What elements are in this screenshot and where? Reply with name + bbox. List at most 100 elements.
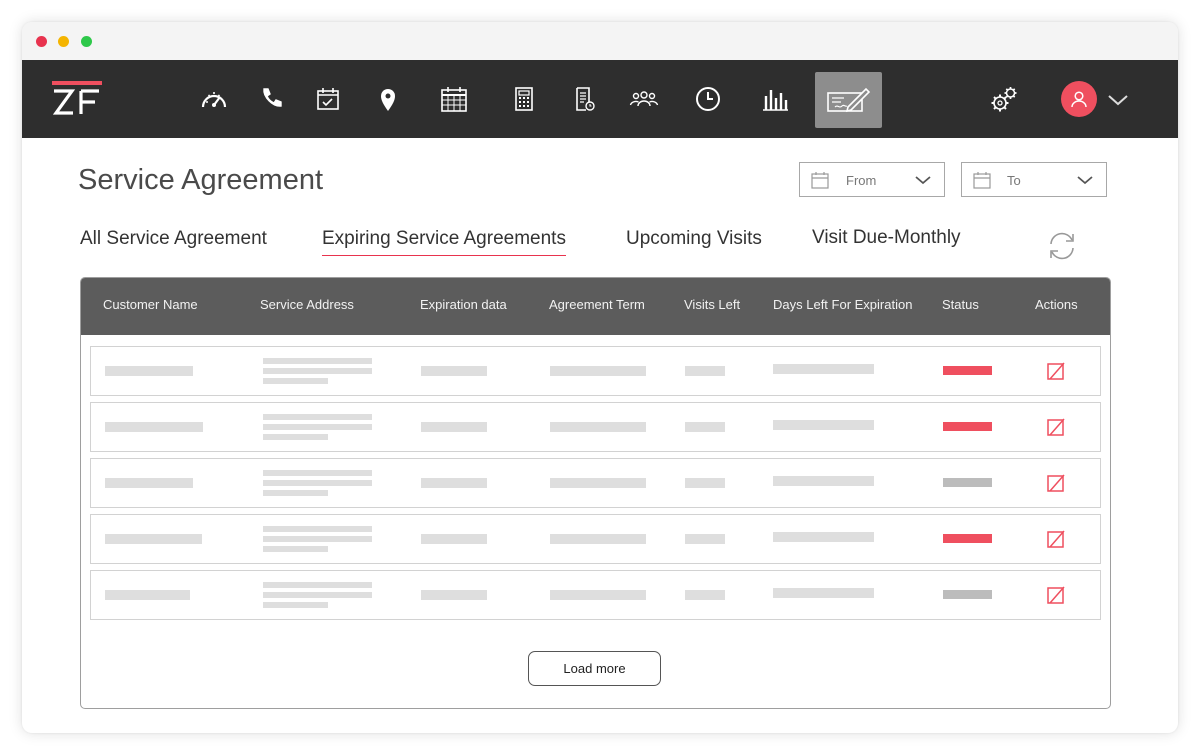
team-icon[interactable] (627, 82, 661, 116)
status-badge (943, 422, 992, 431)
user-avatar[interactable] (1061, 81, 1097, 117)
tab-expiring-service-agreements[interactable]: Expiring Service Agreements (322, 228, 566, 256)
address-line-placeholder (263, 368, 372, 374)
visits-left-placeholder (685, 422, 725, 432)
table-row[interactable] (90, 570, 1101, 620)
column-header-days-left[interactable]: Days Left For Expiration (773, 297, 912, 312)
column-header-service-address[interactable]: Service Address (260, 297, 354, 312)
expiration-placeholder (421, 590, 487, 600)
status-badge (943, 366, 992, 375)
calendar-icon (811, 172, 829, 189)
expiration-placeholder (421, 478, 487, 488)
table-row[interactable] (90, 346, 1101, 396)
expiration-placeholder (421, 422, 487, 432)
customer-name-placeholder (105, 422, 203, 432)
app-logo[interactable] (52, 81, 102, 117)
page-title: Service Agreement (78, 164, 324, 196)
calendar-check-icon[interactable] (311, 82, 345, 116)
expiration-placeholder (421, 366, 487, 376)
address-line-placeholder (263, 480, 372, 486)
calculator-icon[interactable] (507, 82, 541, 116)
column-header-agreement-term[interactable]: Agreement Term (549, 297, 645, 312)
chevron-down-icon (915, 176, 931, 185)
to-date-label: To (1007, 173, 1021, 188)
address-line-placeholder (263, 536, 372, 542)
phone-icon[interactable] (254, 82, 288, 116)
edit-icon[interactable] (1045, 528, 1067, 550)
service-agreement-icon[interactable] (815, 72, 882, 128)
address-line-placeholder (263, 414, 372, 420)
dashboard-gauge-icon[interactable] (197, 82, 231, 116)
invoice-icon[interactable] (567, 82, 601, 116)
edit-icon[interactable] (1045, 416, 1067, 438)
column-header-status[interactable]: Status (942, 297, 979, 312)
calendar-icon (973, 172, 991, 189)
service-agreements-table: Customer Name Service Address Expiration… (80, 277, 1111, 709)
address-line-placeholder (263, 582, 372, 588)
agreement-term-placeholder (550, 534, 646, 544)
expiration-placeholder (421, 534, 487, 544)
user-icon (1071, 91, 1087, 108)
to-date-filter[interactable]: To (961, 162, 1107, 197)
status-badge (943, 478, 992, 487)
column-header-visits-left[interactable]: Visits Left (684, 297, 740, 312)
days-left-placeholder (773, 364, 874, 374)
tab-visit-due-monthly[interactable]: Visit Due-Monthly (812, 227, 961, 249)
agreement-term-placeholder (550, 366, 646, 376)
address-line-placeholder (263, 526, 372, 532)
days-left-placeholder (773, 420, 874, 430)
location-pin-icon[interactable] (371, 82, 405, 116)
days-left-placeholder (773, 588, 874, 598)
days-left-placeholder (773, 476, 874, 486)
column-header-customer-name[interactable]: Customer Name (103, 297, 198, 312)
window-titlebar (22, 22, 1178, 60)
status-badge (943, 534, 992, 543)
bar-chart-icon[interactable] (758, 82, 792, 116)
from-date-filter[interactable]: From (799, 162, 945, 197)
table-row[interactable] (90, 514, 1101, 564)
table-row[interactable] (90, 458, 1101, 508)
visits-left-placeholder (685, 590, 725, 600)
tab-all-service-agreement[interactable]: All Service Agreement (80, 228, 267, 250)
days-left-placeholder (773, 532, 874, 542)
address-line-placeholder (263, 546, 328, 552)
status-badge (943, 590, 992, 599)
chevron-down-icon (1077, 176, 1093, 185)
app-window: Service Agreement From To All Service Ag… (22, 22, 1178, 733)
calendar-grid-icon[interactable] (437, 82, 471, 116)
address-line-placeholder (263, 434, 328, 440)
address-line-placeholder (263, 378, 328, 384)
address-line-placeholder (263, 592, 372, 598)
edit-icon[interactable] (1045, 472, 1067, 494)
edit-icon[interactable] (1045, 584, 1067, 606)
user-menu-chevron-down-icon[interactable] (1106, 88, 1130, 112)
address-line-placeholder (263, 358, 372, 364)
customer-name-placeholder (105, 534, 202, 544)
customer-name-placeholder (105, 366, 193, 376)
agreement-term-placeholder (550, 590, 646, 600)
refresh-icon[interactable] (1046, 230, 1078, 262)
window-close-button[interactable] (36, 36, 47, 47)
table-row[interactable] (90, 402, 1101, 452)
window-maximize-button[interactable] (81, 36, 92, 47)
from-date-label: From (846, 173, 877, 188)
load-more-button[interactable]: Load more (528, 651, 661, 686)
customer-name-placeholder (105, 590, 190, 600)
edit-icon[interactable] (1045, 360, 1067, 382)
address-line-placeholder (263, 602, 328, 608)
visits-left-placeholder (685, 534, 725, 544)
column-header-actions[interactable]: Actions (1035, 297, 1078, 312)
visits-left-placeholder (685, 478, 725, 488)
tab-upcoming-visits[interactable]: Upcoming Visits (626, 228, 762, 250)
address-line-placeholder (263, 424, 372, 430)
agreement-term-placeholder (550, 478, 646, 488)
top-navbar (22, 60, 1178, 138)
customer-name-placeholder (105, 478, 193, 488)
window-minimize-button[interactable] (58, 36, 69, 47)
clock-icon[interactable] (691, 82, 725, 116)
table-header: Customer Name Service Address Expiration… (81, 278, 1110, 335)
gears-icon[interactable] (987, 82, 1021, 116)
visits-left-placeholder (685, 366, 725, 376)
agreement-term-placeholder (550, 422, 646, 432)
column-header-expiration-data[interactable]: Expiration data (420, 297, 507, 312)
